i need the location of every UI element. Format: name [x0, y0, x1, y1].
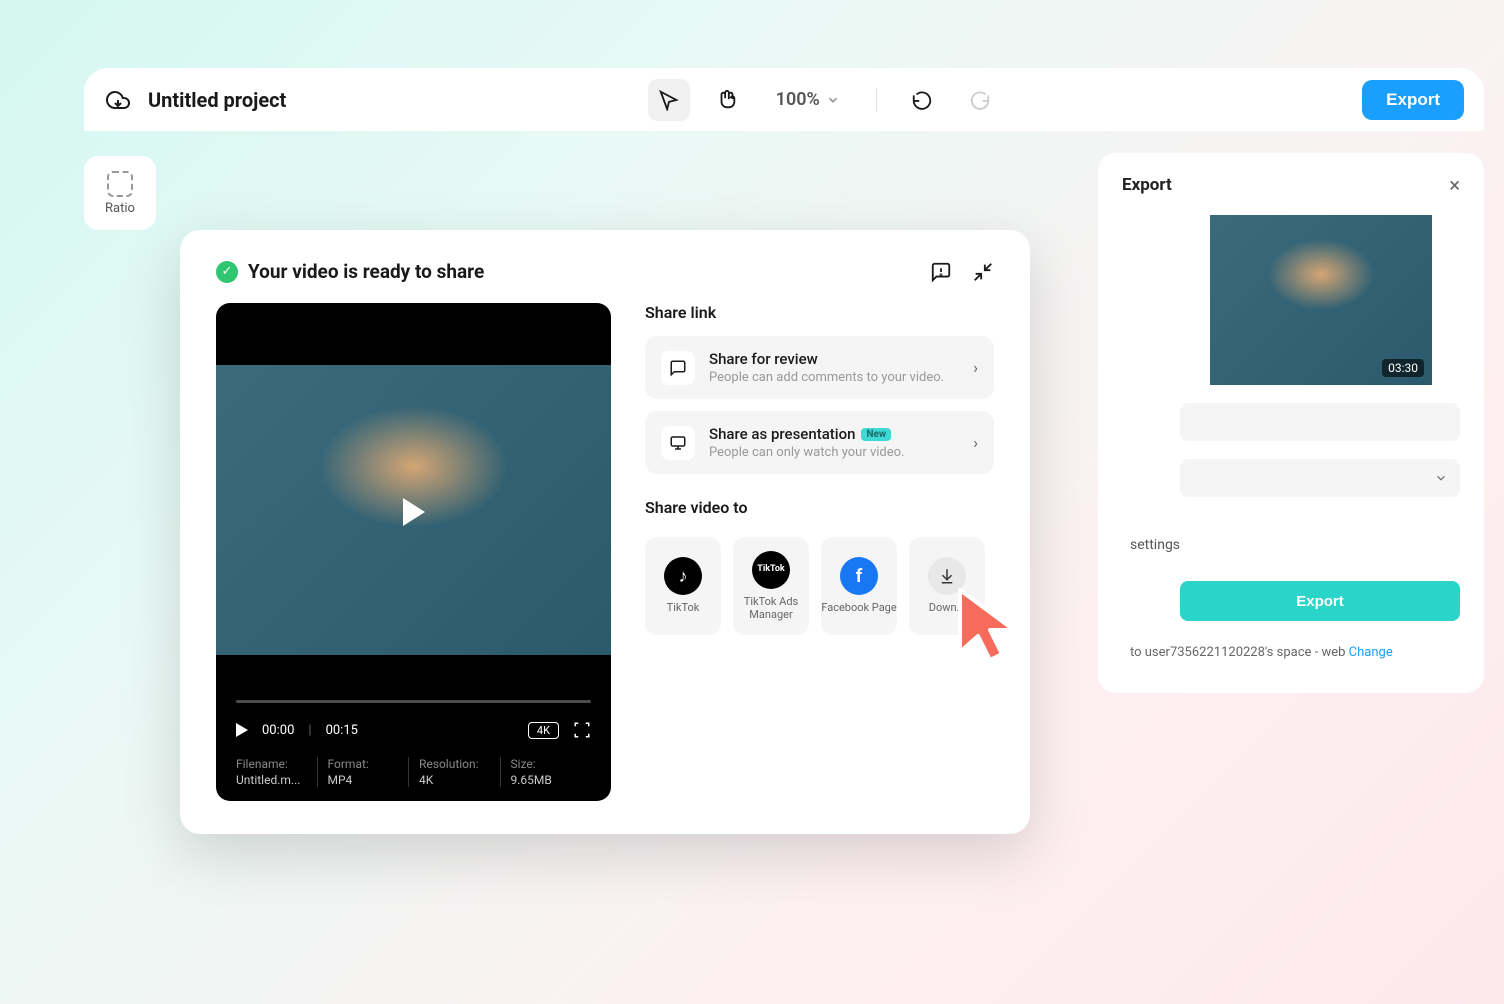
- change-link[interactable]: Change: [1349, 645, 1393, 660]
- new-badge: New: [861, 428, 891, 441]
- share-modal: ✓ Your video is ready to share 00:00 | 0…: [180, 230, 1030, 834]
- cursor-tool-button[interactable]: [648, 79, 690, 121]
- ratio-button[interactable]: Ratio: [84, 156, 156, 230]
- export-panel: Export × 03:30 settings Export to user73…: [1098, 153, 1484, 693]
- redo-button[interactable]: [959, 79, 1001, 121]
- zoom-level: 100%: [776, 89, 820, 110]
- export-button[interactable]: Export: [1362, 80, 1464, 120]
- share-for-review-option[interactable]: Share for review People can add comments…: [645, 336, 994, 399]
- share-as-presentation-option[interactable]: Share as presentation New People can onl…: [645, 411, 994, 474]
- hand-icon: [716, 89, 738, 111]
- export-confirm-button[interactable]: Export: [1180, 581, 1460, 621]
- tiktok-icon: ♪: [664, 557, 702, 595]
- minimize-icon[interactable]: [972, 261, 994, 283]
- ratio-icon: [107, 171, 133, 197]
- comment-icon[interactable]: [930, 261, 952, 283]
- total-time: 00:15: [326, 723, 358, 738]
- fullscreen-icon[interactable]: [573, 721, 591, 739]
- share-link-label: Share link: [645, 303, 994, 322]
- facebook-icon: f: [840, 557, 878, 595]
- check-icon: ✓: [216, 261, 238, 283]
- divider: [876, 88, 877, 112]
- quality-badge[interactable]: 4K: [528, 722, 559, 739]
- redo-icon: [969, 89, 991, 111]
- zoom-control[interactable]: 100%: [776, 89, 840, 110]
- tiktok-ads-target[interactable]: TikTok TikTok Ads Manager: [733, 537, 809, 635]
- export-field-1[interactable]: [1180, 403, 1460, 441]
- export-settings-label: settings: [1130, 537, 1460, 553]
- toolbar: Untitled project 100% Export: [84, 68, 1484, 131]
- close-icon[interactable]: ×: [1449, 173, 1460, 197]
- share-video-label: Share video to: [645, 498, 994, 517]
- video-info: Filename: Untitled.m... Format: MP4 Reso…: [216, 743, 611, 801]
- chevron-down-icon: [1434, 471, 1448, 485]
- comment-icon: [661, 351, 695, 385]
- project-title[interactable]: Untitled project: [148, 88, 286, 112]
- cloud-icon: [104, 88, 132, 112]
- export-panel-title: Export: [1122, 175, 1172, 195]
- export-field-2[interactable]: [1180, 459, 1460, 497]
- ratio-label: Ratio: [105, 201, 135, 216]
- undo-button[interactable]: [901, 79, 943, 121]
- play-button[interactable]: [403, 498, 425, 526]
- facebook-target[interactable]: f Facebook Page: [821, 537, 897, 635]
- cursor-pointer-overlay: [950, 582, 1030, 672]
- chevron-right-icon: ›: [973, 433, 978, 452]
- play-icon[interactable]: [236, 723, 248, 737]
- export-thumbnail[interactable]: 03:30: [1210, 215, 1432, 385]
- current-time: 00:00: [262, 723, 294, 738]
- chevron-right-icon: ›: [973, 358, 978, 377]
- export-footer: to user7356221120228's space - web Chang…: [1130, 645, 1460, 660]
- export-duration: 03:30: [1382, 359, 1424, 377]
- presentation-icon: [661, 426, 695, 460]
- hand-tool-button[interactable]: [706, 79, 748, 121]
- video-preview[interactable]: 00:00 | 00:15 4K Filename: Untitled.m...…: [216, 303, 611, 801]
- chevron-down-icon: [826, 93, 840, 107]
- undo-icon: [911, 89, 933, 111]
- progress-bar[interactable]: [236, 700, 591, 703]
- share-modal-title: Your video is ready to share: [248, 260, 920, 283]
- tiktok-ads-icon: TikTok: [752, 551, 790, 589]
- tiktok-target[interactable]: ♪ TikTok: [645, 537, 721, 635]
- cursor-icon: [658, 89, 680, 111]
